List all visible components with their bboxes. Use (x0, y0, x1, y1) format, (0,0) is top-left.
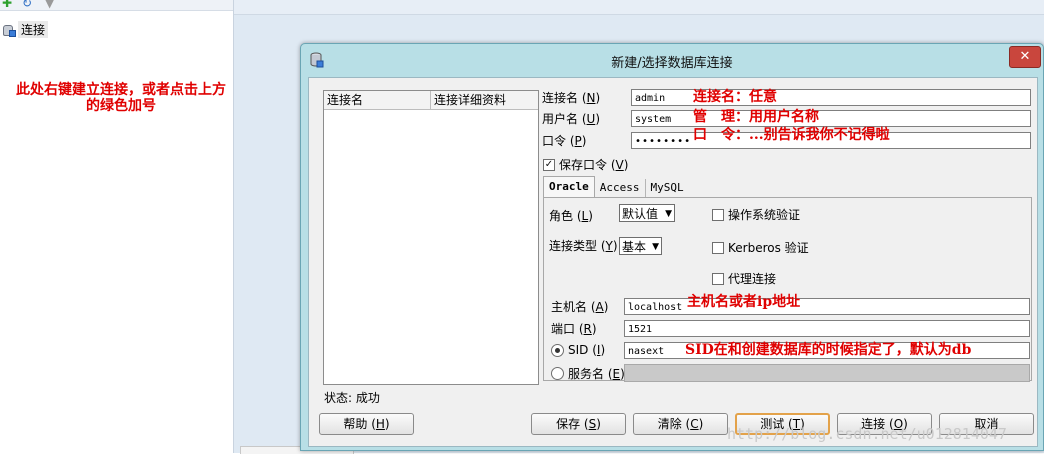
sid-annotation: SID在和创建数据库的时候指定了，默认为db (685, 342, 972, 358)
password-label: 口令 (P) (542, 134, 587, 148)
role-select[interactable]: 默认值 ▼ (619, 204, 675, 222)
kerberos-label: Kerberos 验证 (728, 241, 809, 255)
new-connection-dialog: 新建/选择数据库连接 ✕ 连接名 连接详细资料 状态: 成功 连接名 (N) a… (300, 43, 1044, 451)
column-header-details[interactable]: 连接详细资料 (431, 91, 506, 109)
save-password-label: 保存口令 (V) (559, 158, 629, 172)
navigator-panel: ✚ ↻ ▼ 连接 此处右键建立连接，或者点击上方的绿色加号 (0, 0, 234, 453)
kerberos-checkbox[interactable]: Kerberos 验证 (712, 239, 809, 256)
refresh-icon[interactable]: ↻ (22, 0, 32, 9)
checkbox-checked-icon: ✓ (543, 158, 555, 171)
filter-icon[interactable]: ▼ (45, 0, 54, 9)
role-label: 角色 (L) (549, 209, 593, 223)
conn-type-label: 连接类型 (Y) (549, 239, 618, 253)
username-annotation: 管 理：用用户名称 (693, 109, 819, 125)
conn-type-select[interactable]: 基本 ▼ (619, 237, 662, 255)
service-name-input[interactable] (624, 364, 1030, 382)
add-connection-icon[interactable]: ✚ (2, 0, 12, 9)
port-input[interactable]: 1521 (624, 320, 1030, 337)
conn-name-annotation: 连接名：任意 (693, 89, 777, 105)
clear-button[interactable]: 清除 (C) (633, 413, 728, 435)
username-input[interactable]: system (631, 110, 1031, 127)
os-auth-checkbox[interactable]: 操作系统验证 (712, 206, 800, 223)
sid-radio[interactable]: SID (I) (551, 343, 605, 357)
host-annotation: 主机名或者ip地址 (687, 294, 801, 310)
workspace-toolbar (234, 0, 1044, 15)
connection-icon (2, 24, 16, 37)
os-auth-label: 操作系统验证 (728, 208, 801, 222)
host-label: 主机名 (A) (551, 300, 609, 314)
chevron-down-icon: ▼ (652, 242, 659, 252)
tree-item-label: 连接 (18, 21, 49, 38)
tree-item-connections[interactable]: 连接 (2, 21, 49, 38)
sid-label: SID (I) (568, 343, 606, 357)
checkbox-icon (712, 241, 724, 254)
service-name-radio[interactable]: 服务名 (E) (551, 365, 625, 382)
close-button[interactable]: ✕ (1009, 46, 1041, 68)
host-input[interactable]: localhost (624, 298, 1030, 315)
username-label: 用户名 (U) (542, 112, 600, 126)
port-label: 端口 (R) (551, 322, 597, 336)
dialog-title: 新建/选择数据库连接 (611, 56, 733, 71)
tab-oracle[interactable]: Oracle (543, 176, 595, 197)
checkbox-icon (712, 272, 724, 285)
conn-name-label: 连接名 (N) (542, 91, 601, 105)
radio-selected-icon (551, 343, 564, 357)
db-type-tabs: Oracle Access MySQL (543, 176, 689, 197)
tab-access[interactable]: Access (595, 179, 646, 197)
proxy-checkbox[interactable]: 代理连接 (712, 270, 776, 287)
dialog-titlebar[interactable]: 新建/选择数据库连接 ✕ (301, 44, 1043, 77)
left-annotation: 此处右键建立连接，或者点击上方的绿色加号 (16, 82, 226, 114)
dialog-body: 连接名 连接详细资料 状态: 成功 连接名 (N) admin 连接名：任意 用… (308, 77, 1038, 447)
tab-mysql[interactable]: MySQL (646, 179, 689, 197)
conn-name-input[interactable]: admin (631, 89, 1031, 106)
password-annotation: 口 令：...别告诉我你不记得啦 (693, 127, 890, 143)
radio-icon (551, 367, 564, 380)
proxy-label: 代理连接 (728, 272, 777, 286)
status-text: 状态: 成功 (324, 391, 380, 405)
service-name-label: 服务名 (E) (568, 367, 625, 381)
navigator-toolbar: ✚ ↻ ▼ (0, 0, 233, 11)
connection-list[interactable]: 连接名 连接详细资料 (323, 90, 539, 385)
connection-list-header: 连接名 连接详细资料 (324, 91, 538, 110)
column-header-name[interactable]: 连接名 (324, 91, 431, 109)
help-button[interactable]: 帮助 (H) (319, 413, 414, 435)
save-password-checkbox[interactable]: ✓ 保存口令 (V) (543, 156, 628, 173)
close-icon: ✕ (1019, 49, 1031, 64)
checkbox-icon (712, 208, 724, 221)
chevron-down-icon: ▼ (665, 209, 672, 219)
save-button[interactable]: 保存 (S) (531, 413, 626, 435)
watermark: http://blog.csdn.net/u012814047 (727, 425, 1007, 443)
